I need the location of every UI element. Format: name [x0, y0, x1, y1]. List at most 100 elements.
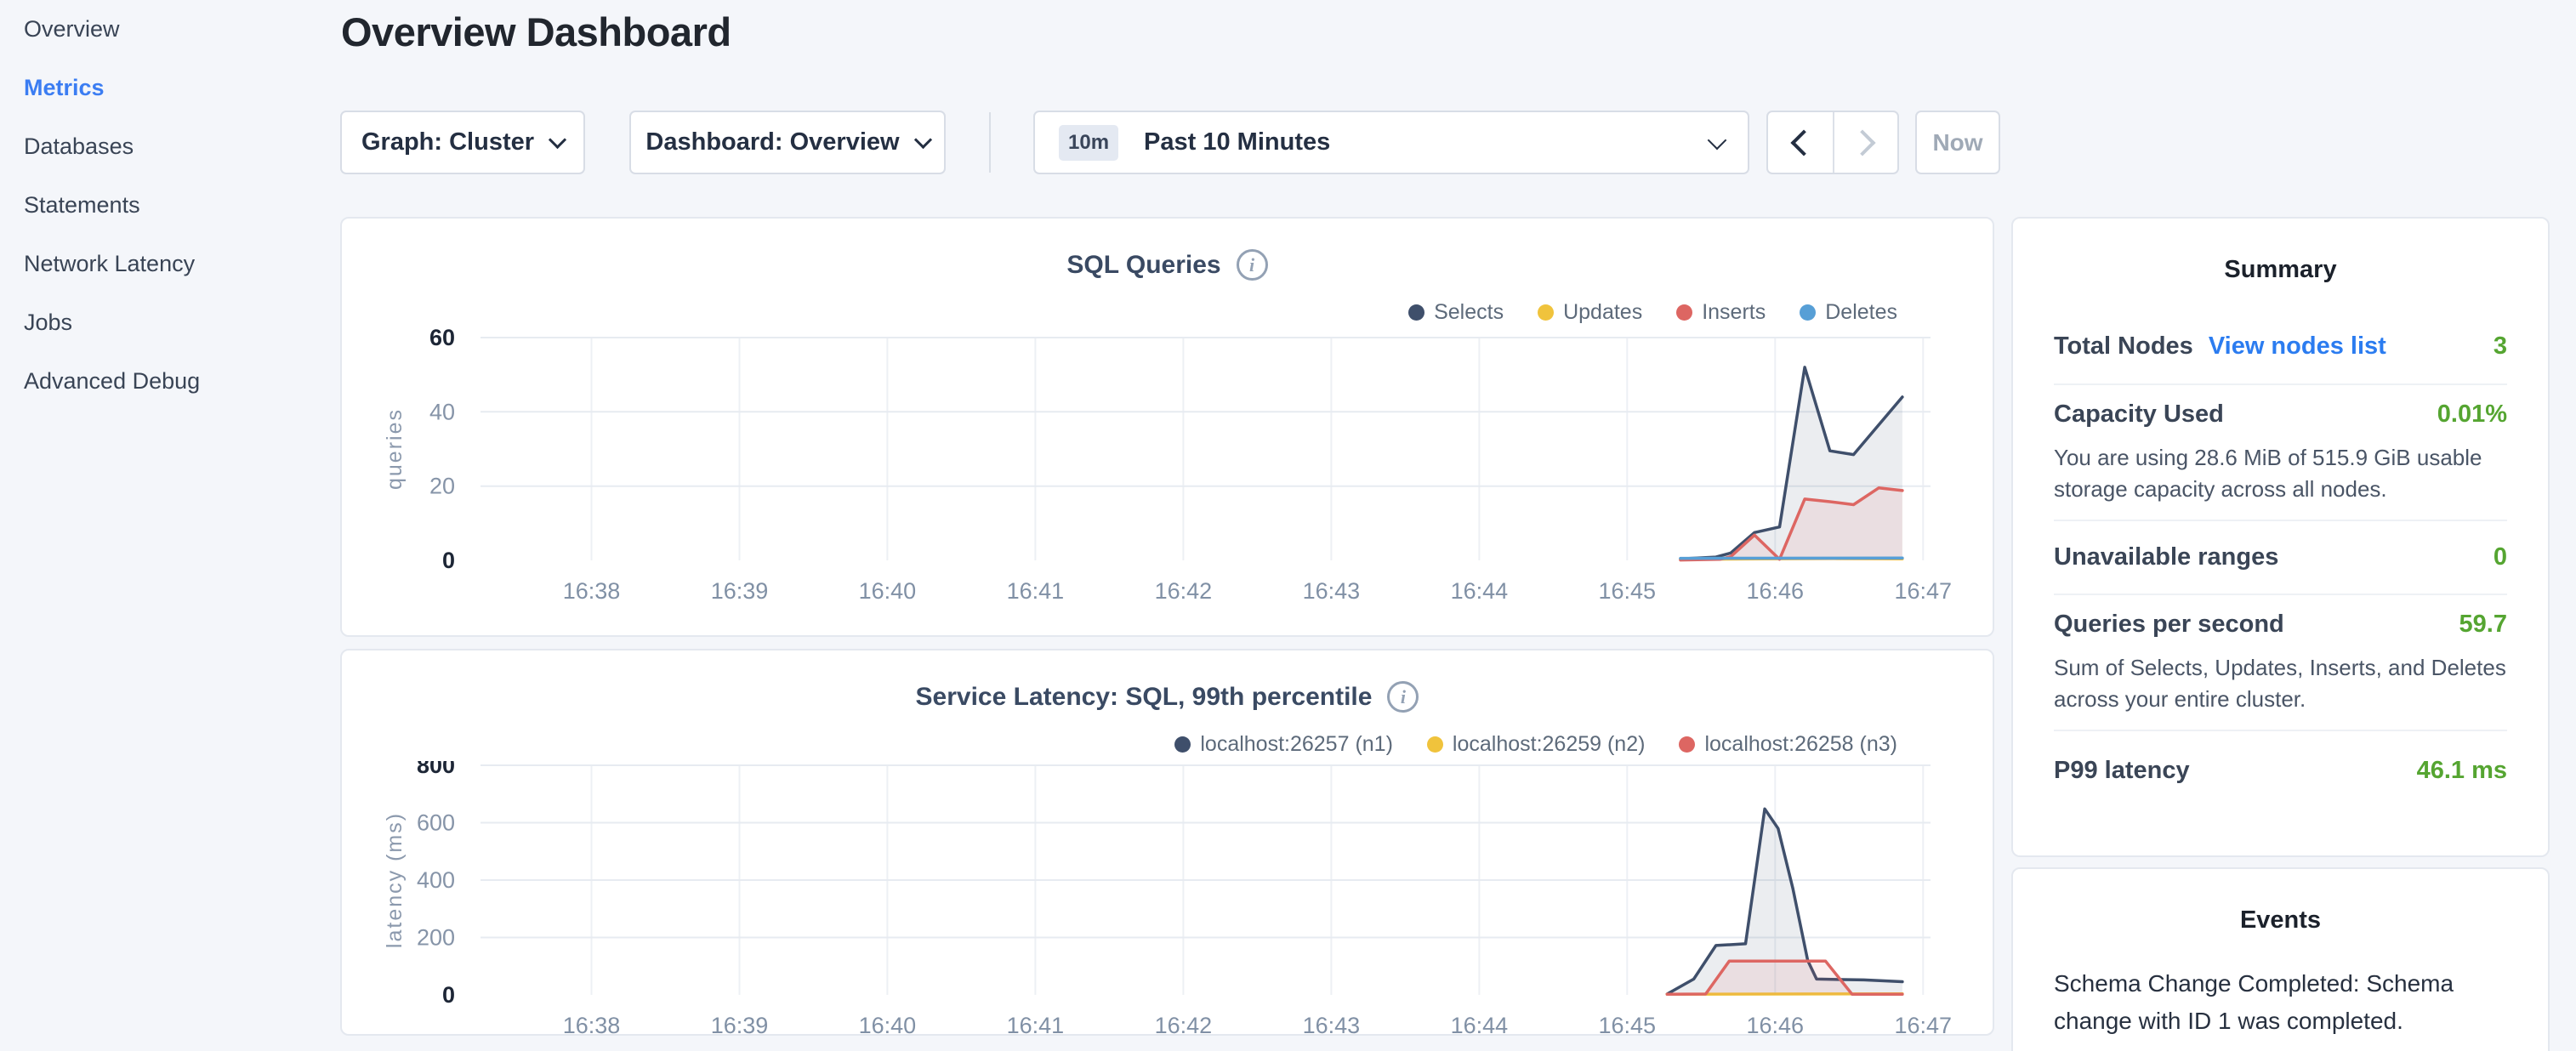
legend-label: localhost:26258 (n3) — [1704, 732, 1897, 757]
legend-dot-icon — [1679, 736, 1695, 753]
summary-value: 59.7 — [2459, 611, 2507, 639]
y-tick-label: 0 — [442, 982, 455, 1008]
legend-label: Inserts — [1702, 300, 1766, 325]
metrics-dashboard-page: Overview Metrics Databases Statements Ne… — [0, 0, 2576, 1051]
event-list-item[interactable]: Schema Change Completed: Schema change w… — [2054, 965, 2507, 1051]
x-tick-label: 16:42 — [1155, 578, 1213, 604]
time-range-badge: 10m — [1059, 125, 1118, 161]
x-tick-label: 16:39 — [711, 1013, 769, 1035]
x-tick-label: 16:47 — [1895, 578, 1953, 604]
y-tick-label: 20 — [429, 474, 455, 499]
y-tick-label: 400 — [417, 867, 455, 893]
events-title: Events — [2054, 869, 2507, 935]
x-tick-label: 16:40 — [859, 1013, 917, 1035]
summary-row-total-nodes: Total Nodes View nodes list 3 — [2054, 310, 2507, 383]
chevron-left-icon — [1790, 129, 1817, 156]
legend-item[interactable]: Inserts — [1676, 300, 1766, 325]
summary-value: 0.01% — [2437, 401, 2507, 429]
service-latency-chart-card: Service Latency: SQL, 99th percentile i … — [340, 649, 1994, 1036]
info-icon[interactable]: i — [1237, 249, 1268, 281]
summary-label: Total Nodes — [2054, 332, 2193, 361]
time-range-label: Past 10 Minutes — [1144, 128, 1330, 156]
legend-item[interactable]: localhost:26257 (n1) — [1174, 732, 1393, 757]
chevron-down-icon — [1708, 130, 1727, 150]
time-prev-button[interactable] — [1768, 112, 1833, 173]
y-tick-label: 800 — [417, 761, 455, 778]
x-tick-label: 16:38 — [563, 578, 621, 604]
sql-queries-chart[interactable]: 16:3816:3916:4016:4116:4216:4316:4416:45… — [342, 329, 1993, 639]
legend-item[interactable]: localhost:26258 (n3) — [1679, 732, 1897, 757]
summary-label: P99 latency — [2054, 757, 2190, 785]
summary-row-unavailable-ranges: Unavailable ranges 0 — [2054, 520, 2507, 594]
x-tick-label: 16:41 — [1007, 578, 1065, 604]
event-timestamp: May 13, 2020 at 4:45 PM — [2054, 1047, 2507, 1051]
y-axis-label: latency (ms) — [383, 812, 407, 948]
time-range-dropdown[interactable]: 10m Past 10 Minutes — [1033, 111, 1749, 174]
x-tick-label: 16:43 — [1303, 578, 1361, 604]
legend-dot-icon — [1538, 304, 1554, 321]
service-latency-chart[interactable]: 16:3816:3916:4016:4116:4216:4316:4416:45… — [342, 761, 1993, 1035]
x-tick-label: 16:39 — [711, 578, 769, 604]
legend-dot-icon — [1676, 304, 1692, 321]
x-tick-label: 16:45 — [1599, 578, 1657, 604]
chevron-down-icon — [913, 131, 931, 149]
chart-legend: localhost:26257 (n1) localhost:26259 (n2)… — [1174, 732, 1897, 757]
chevron-down-icon — [549, 131, 566, 149]
sidebar-item-overview[interactable]: Overview — [0, 0, 340, 59]
sidebar-item-network-latency[interactable]: Network Latency — [0, 235, 340, 293]
summary-panel: Summary Total Nodes View nodes list 3 Ca… — [2011, 217, 2550, 857]
dashboard-dropdown[interactable]: Dashboard: Overview — [629, 111, 946, 174]
chart-title: SQL Queries — [1066, 251, 1220, 280]
sql-queries-chart-card: SQL Queries i Selects Updates Inserts Delet… — [340, 217, 1994, 637]
y-tick-label: 200 — [417, 925, 455, 951]
summary-row-p99-latency: P99 latency 46.1 ms — [2054, 730, 2507, 810]
time-step-control — [1766, 111, 1899, 174]
x-tick-label: 16:43 — [1303, 1013, 1361, 1035]
dashboard-dropdown-label: Dashboard: Overview — [645, 128, 899, 156]
sidebar-item-statements[interactable]: Statements — [0, 176, 340, 235]
x-tick-label: 16:46 — [1747, 1013, 1805, 1035]
x-tick-label: 16:44 — [1451, 578, 1509, 604]
y-tick-label: 600 — [417, 810, 455, 836]
legend-dot-icon — [1427, 736, 1443, 753]
graph-scope-dropdown-label: Graph: Cluster — [361, 128, 534, 156]
legend-item[interactable]: Selects — [1408, 300, 1504, 325]
legend-label: localhost:26257 (n1) — [1200, 732, 1393, 757]
legend-item[interactable]: localhost:26259 (n2) — [1427, 732, 1646, 757]
legend-dot-icon — [1174, 736, 1191, 753]
sidebar-item-jobs[interactable]: Jobs — [0, 293, 340, 352]
legend-item[interactable]: Updates — [1538, 300, 1642, 325]
x-tick-label: 16:42 — [1155, 1013, 1213, 1035]
now-button[interactable]: Now — [1915, 111, 2000, 174]
summary-description: Sum of Selects, Updates, Inserts, and De… — [2054, 652, 2507, 715]
chart-title-row: Service Latency: SQL, 99th percentile i — [342, 681, 1993, 713]
summary-value: 3 — [2494, 332, 2507, 361]
page-title: Overview Dashboard — [341, 9, 731, 55]
summary-rows: Total Nodes View nodes list 3 Capacity U… — [2054, 310, 2507, 810]
info-icon[interactable]: i — [1387, 681, 1419, 713]
y-tick-label: 60 — [429, 329, 455, 350]
summary-label: Queries per second — [2054, 611, 2284, 639]
summary-value: 0 — [2494, 543, 2507, 571]
controls-divider — [989, 112, 991, 173]
y-axis-label: queries — [383, 408, 407, 490]
chart-title-row: SQL Queries i — [342, 249, 1993, 281]
events-panel: Events Schema Change Completed: Schema c… — [2011, 867, 2550, 1051]
legend-label: Deletes — [1825, 300, 1897, 325]
x-tick-label: 16:41 — [1007, 1013, 1065, 1035]
chevron-right-icon — [1849, 129, 1875, 156]
summary-value: 46.1 ms — [2417, 757, 2507, 785]
sidebar: Overview Metrics Databases Statements Ne… — [0, 0, 340, 411]
sidebar-item-metrics[interactable]: Metrics — [0, 59, 340, 117]
legend-item[interactable]: Deletes — [1800, 300, 1897, 325]
legend-label: localhost:26259 (n2) — [1453, 732, 1646, 757]
view-nodes-list-link[interactable]: View nodes list — [2209, 332, 2386, 361]
summary-row-queries-per-second: Queries per second 59.7 Sum of Selects, … — [2054, 594, 2507, 730]
sidebar-item-databases[interactable]: Databases — [0, 117, 340, 176]
summary-label: Unavailable ranges — [2054, 543, 2278, 571]
time-next-button[interactable] — [1833, 112, 1897, 173]
sidebar-item-advanced-debug[interactable]: Advanced Debug — [0, 352, 340, 411]
y-tick-label: 40 — [429, 399, 455, 424]
graph-scope-dropdown[interactable]: Graph: Cluster — [340, 111, 585, 174]
x-tick-label: 16:38 — [563, 1013, 621, 1035]
